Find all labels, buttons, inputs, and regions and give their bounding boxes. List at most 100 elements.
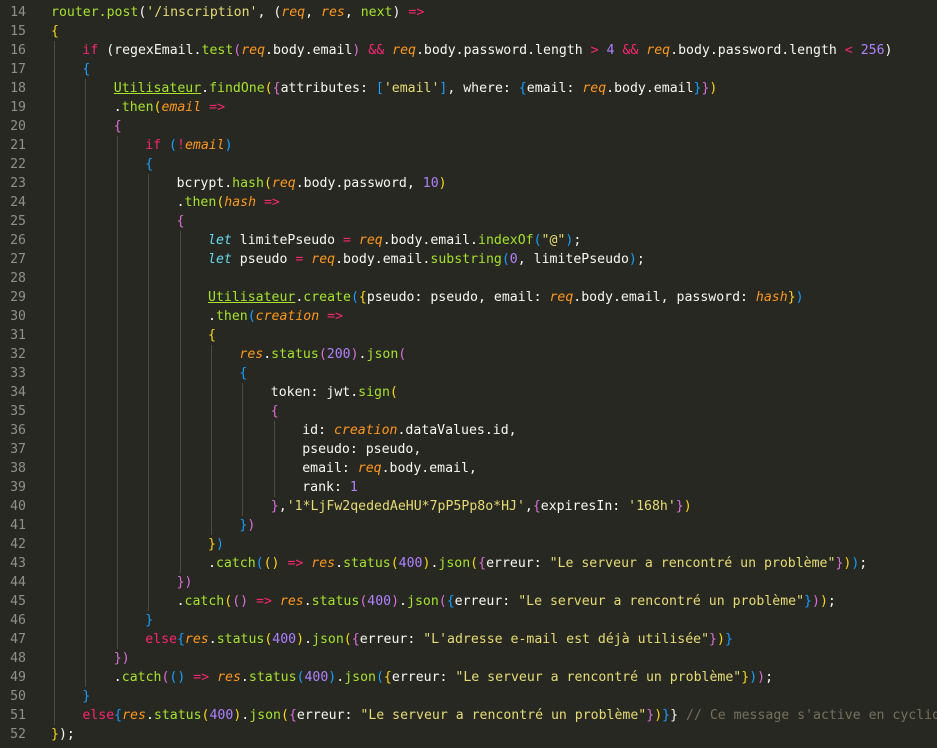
indent-guide: [85, 193, 87, 212]
indent-guide: [54, 706, 55, 725]
indent-guide: [85, 497, 87, 516]
indent-guide: [85, 345, 87, 364]
code-line[interactable]: 28: [0, 269, 937, 288]
code-line[interactable]: 32 res.status(200).json(: [0, 345, 937, 364]
indent-guide: [54, 155, 55, 174]
code-line[interactable]: 29 Utilisateur.create({pseudo: pseudo, em…: [0, 288, 937, 307]
indent-guide: [85, 554, 87, 573]
keyword-token: &&: [622, 43, 639, 58]
bracket-token: {: [176, 632, 185, 647]
code-content: Utilisateur.findOne({attributes: ['email…: [114, 79, 718, 98]
bracket-token: (: [280, 708, 289, 723]
indent-guide: [116, 421, 118, 440]
code-line[interactable]: 40},'1*LjFw2qededAeHU*7pP5Pp8o*HJ',{expi…: [0, 497, 937, 516]
string-token: "@": [541, 233, 566, 248]
indent-guide: [242, 440, 244, 459]
storage-token: let: [208, 233, 232, 248]
function-token: router.post: [51, 5, 139, 20]
code-line[interactable]: 18 Utilisateur.findOne({attributes: ['ema…: [0, 79, 937, 98]
indent-guide: [85, 573, 87, 592]
code-content: else{res.status(400).json({erreur: "Le s…: [82, 706, 937, 725]
code-content: id: creation.dataValues.id,: [302, 421, 516, 440]
bracket-token: ): [391, 594, 400, 609]
code-line[interactable]: 47 else{res.status(400).json({erreur: "L'…: [0, 630, 937, 649]
keyword-token: =>: [256, 594, 272, 609]
code-line[interactable]: 19 .then(email =>: [0, 98, 937, 117]
storage-token: let: [208, 252, 232, 267]
code-line[interactable]: 14 router.post('/inscription', (req, res,…: [0, 3, 937, 22]
code-line[interactable]: 50}: [0, 687, 937, 706]
code-line[interactable]: 17 {: [0, 60, 937, 79]
code-line[interactable]: 33 {: [0, 364, 937, 383]
code-content: {: [177, 212, 185, 231]
code-text: .body.email, password:: [573, 290, 756, 305]
code-line[interactable]: 21 if (!email): [0, 136, 937, 155]
indent-guide: [148, 478, 150, 497]
indent-guide: [116, 440, 118, 459]
indent-guide: [148, 212, 150, 231]
code-line[interactable]: 27 let pseudo = req.body.email.substring(…: [0, 250, 937, 269]
bracket-token: {: [270, 404, 279, 419]
code-line[interactable]: 25 {: [0, 212, 937, 231]
indent-guide: [148, 364, 150, 383]
code-line[interactable]: 52});: [0, 725, 937, 744]
bracket-token: ): [795, 290, 804, 305]
code-line[interactable]: 43 .catch(() => res.status(400).json({err…: [0, 554, 937, 573]
class-token: Utilisateur: [113, 81, 202, 96]
line-number: 41: [10, 518, 26, 533]
code-line[interactable]: 20 {: [0, 117, 937, 136]
code-line[interactable]: 22 {: [0, 155, 937, 174]
code-line[interactable]: 24 .then(hash =>: [0, 193, 937, 212]
code-text: ): [392, 5, 409, 20]
code-text: );: [58, 727, 75, 742]
bracket-token: ): [811, 594, 820, 609]
code-editor[interactable]: 14 router.post('/inscription', (req, res,…: [0, 0, 937, 748]
indent-guide: [85, 630, 87, 649]
indent-guide: [211, 516, 212, 535]
bracket-token: ): [717, 632, 725, 647]
indent-guide: [85, 535, 87, 554]
code-line[interactable]: 44}): [0, 573, 937, 592]
code-line[interactable]: 49 .catch(() => res.status(400).json({err…: [0, 668, 937, 687]
code-line[interactable]: 41}): [0, 516, 937, 535]
indent-guide: [54, 402, 55, 421]
code-line[interactable]: 15 {: [0, 22, 937, 41]
code-line[interactable]: 34 token: jwt.sign(: [0, 383, 937, 402]
code-line[interactable]: 31 {: [0, 326, 937, 345]
indent-guide: [242, 383, 244, 402]
code-text: pseudo: pseudo, email:: [366, 290, 550, 305]
code-text: erreur:: [359, 632, 424, 647]
function-token: next: [360, 5, 393, 20]
bracket-token: }: [646, 708, 655, 723]
code-line[interactable]: 48}): [0, 649, 937, 668]
indent-guide: [148, 174, 150, 193]
bracket-token: }: [804, 594, 812, 609]
function-token: create: [303, 290, 351, 305]
indent-guide: [148, 193, 150, 212]
bracket-token: ): [247, 518, 256, 533]
code-line[interactable]: 39 rank: 1: [0, 478, 937, 497]
code-line[interactable]: 51 else{res.status(400).json({erreur: "Le…: [0, 706, 937, 725]
code-line[interactable]: 45 .catch(() => res.status(400).json({err…: [0, 592, 937, 611]
indent-guide: [116, 516, 118, 535]
indent-guide: [85, 421, 87, 440]
code-line[interactable]: 26 let limitePseudo = req.body.email.inde…: [0, 231, 937, 250]
indent-guide: [116, 554, 118, 573]
parameter-token: res: [311, 556, 336, 571]
bracket-token: (: [470, 556, 479, 571]
code-line[interactable]: 30 .then(creation =>: [0, 307, 937, 326]
parameter-token: req: [582, 81, 607, 96]
code-line[interactable]: 46}: [0, 611, 937, 630]
code-line[interactable]: 36 id: creation.dataValues.id,: [0, 421, 937, 440]
bracket-token: {: [82, 62, 91, 77]
indent-guide: [116, 193, 118, 212]
code-line[interactable]: 16 if (regexEmail.test(req.body.email) &&…: [0, 41, 937, 60]
code-line[interactable]: 35 {: [0, 402, 937, 421]
code-line[interactable]: 37 pseudo: pseudo,: [0, 440, 937, 459]
indent-guide: [54, 554, 55, 573]
code-line[interactable]: 23 bcrypt.hash(req.body.password, 10): [0, 174, 937, 193]
bracket-token: }: [208, 537, 216, 552]
code-line[interactable]: 38 email: req.body.email,: [0, 459, 937, 478]
indent-guide: [242, 478, 244, 497]
code-line[interactable]: 42}): [0, 535, 937, 554]
